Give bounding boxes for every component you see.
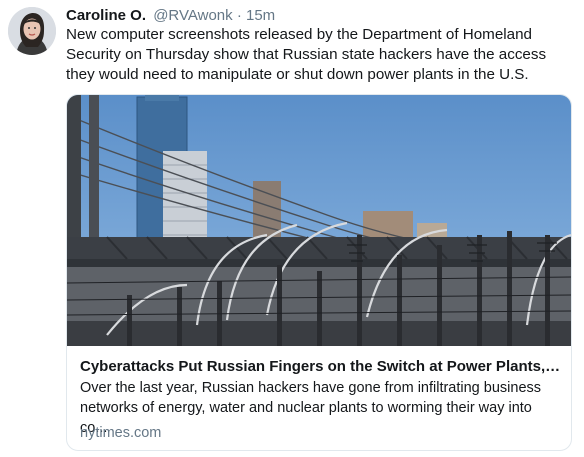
card-title[interactable]: Cyberattacks Put Russian Fingers on the … (80, 357, 562, 377)
link-card[interactable]: Cyberattacks Put Russian Fingers on the … (66, 94, 572, 451)
author-handle[interactable]: @RVAwonk (153, 7, 232, 24)
tweet[interactable]: Caroline O. @RVAwonk · 15m New computer … (0, 0, 584, 457)
card-domain[interactable]: nytimes.com (80, 423, 161, 443)
card-image[interactable] (67, 95, 571, 346)
avatar[interactable] (8, 7, 56, 55)
author-name[interactable]: Caroline O. (66, 7, 146, 24)
profile-photo-icon (8, 7, 56, 55)
power-substation-photo-icon (67, 95, 571, 346)
tweet-text: New computer screenshots released by the… (66, 26, 547, 83)
tweet-header: Caroline O. @RVAwonk · 15m (66, 6, 275, 26)
header-separator: · (236, 7, 242, 24)
tweet-timestamp[interactable]: 15m (246, 7, 275, 24)
